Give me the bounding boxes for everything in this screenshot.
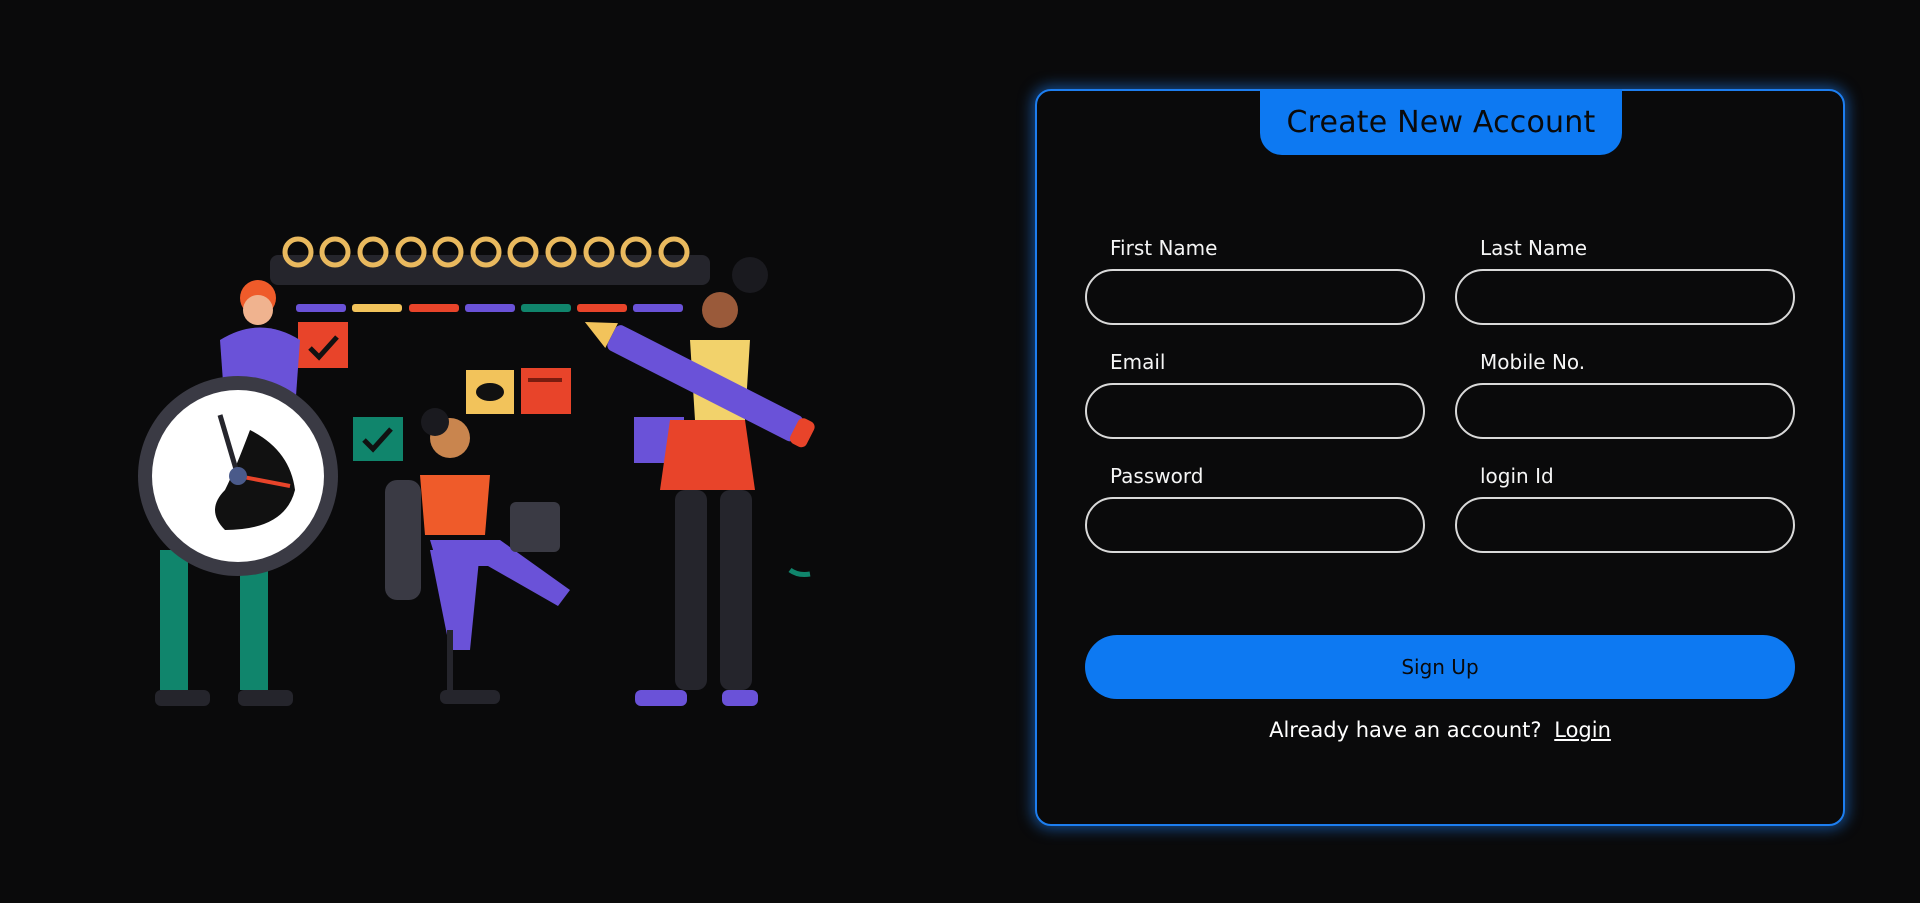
signup-page: Create New Account First Name Last Name … (0, 0, 1920, 903)
password-group: Password (1085, 463, 1425, 553)
team-planning-illustration (138, 236, 815, 706)
first-name-label: First Name (1110, 236, 1218, 260)
check-note (298, 322, 348, 368)
email-label: Email (1110, 350, 1166, 374)
mobile-input[interactable] (1455, 383, 1795, 439)
check-note (353, 417, 403, 461)
signup-card: Create New Account First Name Last Name … (1035, 89, 1845, 826)
last-name-input[interactable] (1455, 269, 1795, 325)
card-title: Create New Account (1286, 104, 1596, 140)
password-input[interactable] (1085, 497, 1425, 553)
mobile-group: Mobile No. (1455, 349, 1795, 439)
login-link[interactable]: Login (1554, 718, 1611, 742)
login-prompt-line: Already have an account? Login (1037, 718, 1843, 742)
card-title-tab: Create New Account (1260, 89, 1622, 155)
login-id-input[interactable] (1455, 497, 1795, 553)
login-id-label: login Id (1480, 464, 1554, 488)
email-group: Email (1085, 349, 1425, 439)
first-name-input[interactable] (1085, 269, 1425, 325)
login-id-group: login Id (1455, 463, 1795, 553)
login-prompt-text: Already have an account? (1269, 718, 1542, 742)
laptop-icon (510, 502, 560, 552)
sign-up-button[interactable]: Sign Up (1085, 635, 1795, 699)
last-name-group: Last Name (1455, 235, 1795, 325)
last-name-label: Last Name (1480, 236, 1588, 260)
signup-form-fields: First Name Last Name Email Mobile No. Pa… (1085, 235, 1795, 553)
mobile-label: Mobile No. (1480, 350, 1586, 374)
first-name-group: First Name (1085, 235, 1425, 325)
email-input[interactable] (1085, 383, 1425, 439)
password-label: Password (1110, 464, 1204, 488)
